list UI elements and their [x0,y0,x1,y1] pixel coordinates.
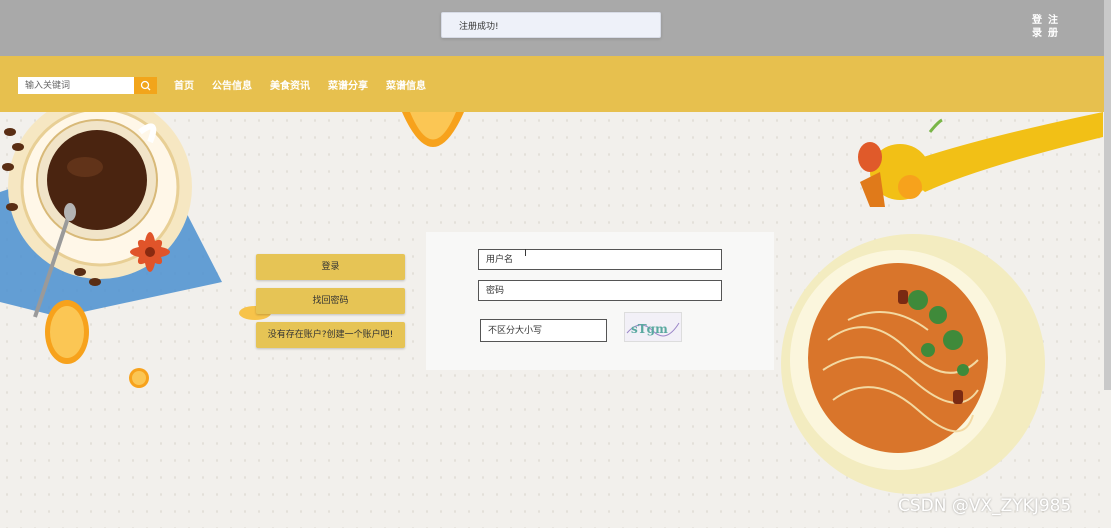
captcha-input[interactable] [480,319,607,342]
nav-item-food-news[interactable]: 美食资讯 [270,77,310,92]
register-link[interactable]: 注 册 [1048,14,1060,40]
captcha-image[interactable]: sTgm [624,312,682,342]
orange-slice-left-icon [45,300,89,364]
captcha-text: sTgm [631,322,668,336]
success-toast: 注册成功! [441,12,661,38]
login-link-label: 登 录 [1032,15,1042,39]
nav-item-recipe-share[interactable]: 菜谱分享 [328,77,368,92]
login-link[interactable]: 登 录 [1032,14,1044,40]
orange-small-icon [129,368,149,388]
search-button[interactable] [134,77,157,94]
page-scrollbar[interactable] [1104,0,1111,390]
nav-menu: 首页 公告信息 美食资讯 菜谱分享 菜谱信息 [174,77,444,92]
search-icon [140,80,151,91]
register-link-label: 注 册 [1048,15,1058,39]
side-login-button[interactable]: 登录 [256,254,405,280]
forgot-password-button[interactable]: 找回密码 [256,288,405,314]
text-cursor-icon: I [524,248,527,259]
spoon-fruit-illustration [858,112,1103,207]
nav-item-home[interactable]: 首页 [174,77,194,92]
create-account-button[interactable]: 没有存在账户?创建一个账户吧! [256,322,405,348]
watermark: CSDN @VX_ZYKJ985 [898,496,1072,516]
nav-item-recipe-info[interactable]: 菜谱信息 [386,77,426,92]
nav-bar: 首页 公告信息 美食资讯 菜谱分享 菜谱信息 [0,56,1111,112]
password-input[interactable] [478,280,722,301]
captcha-graphic: sTgm [626,322,680,337]
orange-slice-top-icon [402,112,464,147]
noodle-bowl-illustration [781,234,1045,494]
search-input[interactable] [18,77,134,94]
nav-item-announcements[interactable]: 公告信息 [212,77,252,92]
coffee-illustration [0,112,222,318]
username-input[interactable] [478,249,722,270]
